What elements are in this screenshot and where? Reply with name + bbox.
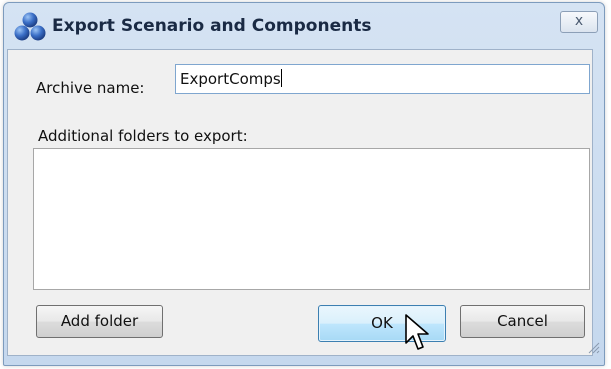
additional-folders-list[interactable] [33,148,590,290]
archive-name-input[interactable]: ExportComps [175,64,590,94]
mouse-pointer-icon [405,314,429,350]
app-logo-icon [14,12,46,41]
add-folder-button[interactable]: Add folder [36,305,163,338]
additional-folders-label: Additional folders to export: [38,127,248,145]
cancel-button[interactable]: Cancel [460,305,585,338]
dialog-title: Export Scenario and Components [52,16,372,36]
archive-name-label: Archive name: [36,79,145,97]
resize-grip-icon[interactable] [586,340,600,354]
close-button[interactable]: x [560,11,598,33]
archive-name-value: ExportComps [180,70,281,88]
text-caret [280,69,282,87]
